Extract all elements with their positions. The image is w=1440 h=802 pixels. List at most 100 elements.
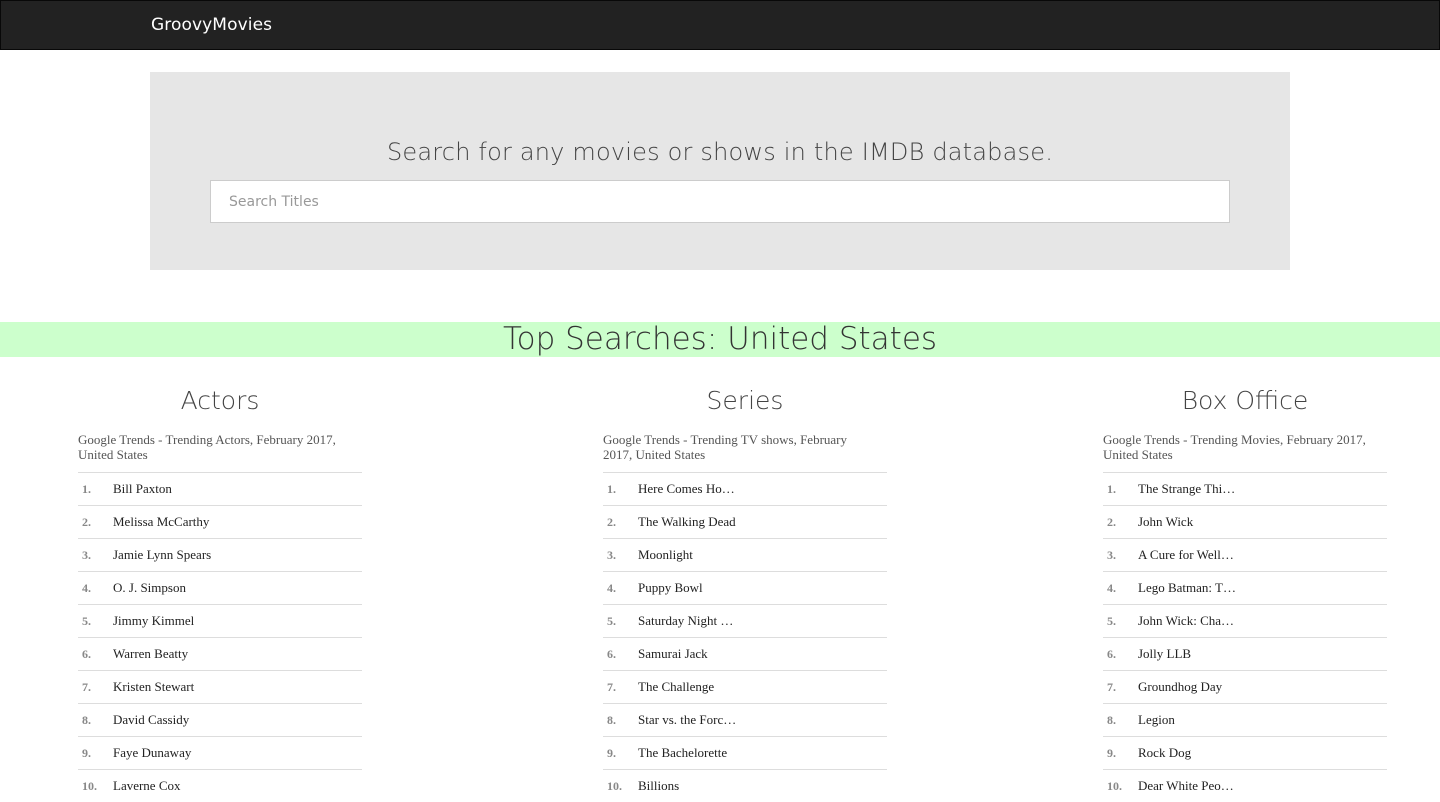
rank-number: 5. (82, 614, 91, 628)
item-name[interactable]: Moonlight (638, 547, 693, 563)
item-name[interactable]: Laverne Cox (113, 778, 181, 794)
item-name[interactable]: Bill Paxton (113, 481, 172, 497)
list-item[interactable]: 6. Samurai Jack (603, 637, 887, 670)
list-item[interactable]: 3. Moonlight (603, 538, 887, 571)
list-item[interactable]: 10. Laverne Cox (78, 769, 362, 802)
item-name[interactable]: John Wick: Cha… (1138, 613, 1234, 629)
list-item[interactable]: 1. Here Comes Ho… (603, 472, 887, 505)
rank-number: 1. (607, 482, 616, 496)
rank-number: 10. (607, 779, 622, 793)
item-name[interactable]: A Cure for Well… (1138, 547, 1234, 563)
list-item[interactable]: 4. O. J. Simpson (78, 571, 362, 604)
rank-number: 6. (1107, 647, 1116, 661)
item-name[interactable]: Jamie Lynn Spears (113, 547, 211, 563)
list-item[interactable]: 2. John Wick (1103, 505, 1387, 538)
rank-number: 8. (607, 713, 616, 727)
item-name[interactable]: Warren Beatty (113, 646, 188, 662)
list-item[interactable]: 5. Jimmy Kimmel (78, 604, 362, 637)
rank-number: 6. (607, 647, 616, 661)
item-name[interactable]: John Wick (1138, 514, 1193, 530)
item-name[interactable]: Here Comes Ho… (638, 481, 735, 497)
rank-number: 2. (82, 515, 91, 529)
rank-number: 9. (1107, 746, 1116, 760)
trending-list: 1. Bill Paxton 2. Melissa McCarthy 3. Jamie… (78, 472, 362, 802)
top-searches-banner: Top Searches: United States (0, 322, 1440, 357)
column-heading: Series (706, 386, 784, 415)
rank-number: 9. (82, 746, 91, 760)
rank-number: 5. (607, 614, 616, 628)
rank-number: 8. (82, 713, 91, 727)
list-item[interactable]: 10. Dear White Peo… (1103, 769, 1387, 802)
list-item[interactable]: 8. Legion (1103, 703, 1387, 736)
list-item[interactable]: 2. The Walking Dead (603, 505, 887, 538)
list-item[interactable]: 3. A Cure for Well… (1103, 538, 1387, 571)
list-item[interactable]: 7. The Challenge (603, 670, 887, 703)
rank-number: 6. (82, 647, 91, 661)
item-name[interactable]: Groundhog Day (1138, 679, 1222, 695)
rank-number: 4. (607, 581, 616, 595)
brand-logo[interactable]: GroovyMovies (151, 15, 272, 35)
item-name[interactable]: The Bachelorette (638, 745, 727, 761)
item-name[interactable]: Dear White Peo… (1138, 778, 1234, 794)
list-item[interactable]: 7. Kristen Stewart (78, 670, 362, 703)
rank-number: 4. (1107, 581, 1116, 595)
item-name[interactable]: David Cassidy (113, 712, 189, 728)
item-name[interactable]: Lego Batman: T… (1138, 580, 1236, 596)
list-item[interactable]: 9. Faye Dunaway (78, 736, 362, 769)
list-item[interactable]: 1. Bill Paxton (78, 472, 362, 505)
rank-number: 7. (1107, 680, 1116, 694)
list-item[interactable]: 7. Groundhog Day (1103, 670, 1387, 703)
item-name[interactable]: Faye Dunaway (113, 745, 191, 761)
item-name[interactable]: The Challenge (638, 679, 714, 695)
item-name[interactable]: Samurai Jack (638, 646, 708, 662)
list-item[interactable]: 3. Jamie Lynn Spears (78, 538, 362, 571)
list-item[interactable]: 4. Puppy Bowl (603, 571, 887, 604)
item-name[interactable]: Rock Dog (1138, 745, 1191, 761)
item-name[interactable]: Jolly LLB (1138, 646, 1191, 662)
column-caption: Google Trends - Trending Actors, Februar… (78, 432, 336, 462)
list-item[interactable]: 4. Lego Batman: T… (1103, 571, 1387, 604)
item-name[interactable]: The Strange Thi… (1138, 481, 1235, 497)
rank-number: 2. (1107, 515, 1116, 529)
list-item[interactable]: 1. The Strange Thi… (1103, 472, 1387, 505)
column-caption: Google Trends - Trending TV shows, Febru… (603, 432, 848, 462)
list-item[interactable]: 8. Star vs. the Forc… (603, 703, 887, 736)
rank-number: 3. (607, 548, 616, 562)
list-item[interactable]: 8. David Cassidy (78, 703, 362, 736)
list-item[interactable]: 2. Melissa McCarthy (78, 505, 362, 538)
navbar: GroovyMovies (0, 0, 1440, 50)
hero-title: Search for any movies or shows in the IM… (386, 138, 1054, 166)
rank-number: 10. (1107, 779, 1122, 793)
list-item[interactable]: 5. Saturday Night … (603, 604, 887, 637)
search-input[interactable] (210, 180, 1230, 223)
item-name[interactable]: Legion (1138, 712, 1175, 728)
trending-list: 1. Here Comes Ho… 2. The Walking Dead 3. Mo… (603, 472, 887, 802)
rank-number: 1. (82, 482, 91, 496)
rank-number: 5. (1107, 614, 1116, 628)
list-item[interactable]: 10. Billions (603, 769, 887, 802)
item-name[interactable]: Puppy Bowl (638, 580, 703, 596)
item-name[interactable]: Star vs. the Forc… (638, 712, 736, 728)
item-name[interactable]: Kristen Stewart (113, 679, 194, 695)
trending-list: 1. The Strange Thi… 2. John Wick 3. A Cure … (1103, 472, 1387, 802)
column-heading: Actors (180, 386, 260, 415)
column-heading: Box Office (1181, 386, 1309, 415)
list-item[interactable]: 6. Warren Beatty (78, 637, 362, 670)
rank-number: 7. (607, 680, 616, 694)
item-name[interactable]: The Walking Dead (638, 514, 736, 530)
rank-number: 7. (82, 680, 91, 694)
column-caption: Google Trends - Trending Movies, Februar… (1103, 432, 1366, 462)
rank-number: 9. (607, 746, 616, 760)
list-item[interactable]: 9. Rock Dog (1103, 736, 1387, 769)
list-item[interactable]: 6. Jolly LLB (1103, 637, 1387, 670)
list-item[interactable]: 5. John Wick: Cha… (1103, 604, 1387, 637)
item-name[interactable]: Saturday Night … (638, 613, 733, 629)
item-name[interactable]: O. J. Simpson (113, 580, 186, 596)
search-hero: Search for any movies or shows in the IM… (150, 72, 1290, 270)
item-name[interactable]: Jimmy Kimmel (113, 613, 194, 629)
rank-number: 4. (82, 581, 91, 595)
list-item[interactable]: 9. The Bachelorette (603, 736, 887, 769)
item-name[interactable]: Billions (638, 778, 679, 794)
item-name[interactable]: Melissa McCarthy (113, 514, 209, 530)
rank-number: 3. (1107, 548, 1116, 562)
